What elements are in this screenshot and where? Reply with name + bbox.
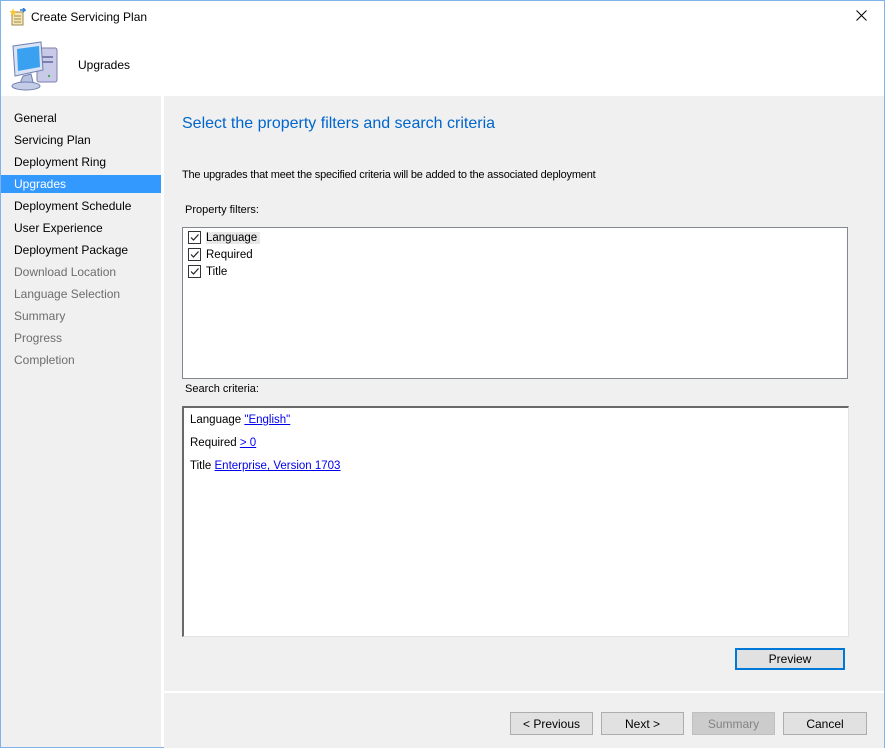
criteria-row-title: Title Enterprise, Version 1703	[190, 460, 340, 472]
close-button[interactable]	[838, 1, 884, 32]
wizard-icon	[9, 7, 27, 26]
filter-item-title[interactable]: Title	[188, 263, 230, 280]
search-criteria-label: Search criteria:	[185, 383, 259, 395]
wizard-nav: General Servicing Plan Deployment Ring U…	[1, 96, 161, 747]
property-filters-label: Property filters:	[185, 204, 259, 216]
check-icon	[190, 251, 199, 258]
close-icon	[855, 9, 867, 24]
criteria-property: Language	[190, 414, 242, 426]
next-button[interactable]: Next >	[601, 712, 684, 735]
cancel-button[interactable]: Cancel	[783, 712, 867, 735]
main-panel: Select the property filters and search c…	[164, 96, 884, 691]
nav-item-deployment-schedule[interactable]: Deployment Schedule	[1, 197, 161, 215]
nav-item-deployment-ring[interactable]: Deployment Ring	[1, 153, 161, 171]
nav-item-servicing-plan[interactable]: Servicing Plan	[1, 131, 161, 149]
nav-item-upgrades[interactable]: Upgrades	[1, 175, 161, 193]
page-title: Select the property filters and search c…	[182, 115, 496, 132]
nav-item-language-selection: Language Selection	[14, 287, 121, 301]
filter-label: Language	[206, 231, 261, 244]
nav-item-general[interactable]: General	[1, 109, 161, 127]
nav-item-summary: Summary	[14, 309, 66, 323]
filter-item-language[interactable]: Language	[188, 229, 261, 246]
checkbox[interactable]	[188, 231, 201, 244]
criteria-property: Required	[190, 437, 237, 449]
title-bar: Create Servicing Plan	[1, 1, 884, 32]
header-title: Upgrades	[78, 58, 131, 72]
nav-item-progress: Progress	[14, 331, 63, 345]
page-header: Upgrades	[1, 32, 884, 96]
wizard-window: Create Servicing Plan Upgrades General S…	[0, 0, 885, 748]
criteria-row-required: Required > 0	[190, 437, 256, 449]
filter-label: Required	[206, 248, 253, 261]
window-title: Create Servicing Plan	[31, 10, 148, 24]
nav-item-download-location: Download Location	[14, 265, 117, 279]
preview-button[interactable]: Preview	[735, 648, 845, 670]
property-filters-list[interactable]: Language Required Title	[182, 227, 848, 379]
page-description: The upgrades that meet the specified cri…	[182, 169, 596, 181]
check-icon	[190, 268, 199, 275]
summary-button: Summary	[692, 712, 775, 735]
nav-item-completion: Completion	[14, 353, 75, 367]
nav-item-user-experience[interactable]: User Experience	[1, 219, 161, 237]
search-criteria-box[interactable]: Language "English" Required > 0 Title En…	[182, 406, 849, 637]
filter-item-required[interactable]: Required	[188, 246, 256, 263]
check-icon	[190, 234, 199, 241]
checkbox[interactable]	[188, 248, 201, 261]
previous-button[interactable]: < Previous	[510, 712, 593, 735]
checkbox[interactable]	[188, 265, 201, 278]
criteria-property: Title	[190, 460, 212, 472]
criteria-value-link[interactable]: "English"	[244, 414, 290, 426]
filter-label: Title	[206, 265, 228, 278]
criteria-row-language: Language "English"	[190, 414, 290, 426]
wizard-footer: < Previous Next > Summary Cancel	[164, 692, 884, 748]
criteria-value-link[interactable]: Enterprise, Version 1703	[215, 460, 341, 472]
criteria-value-link[interactable]: > 0	[240, 437, 256, 449]
nav-item-deployment-package[interactable]: Deployment Package	[1, 241, 161, 259]
computer-icon	[9, 40, 61, 92]
